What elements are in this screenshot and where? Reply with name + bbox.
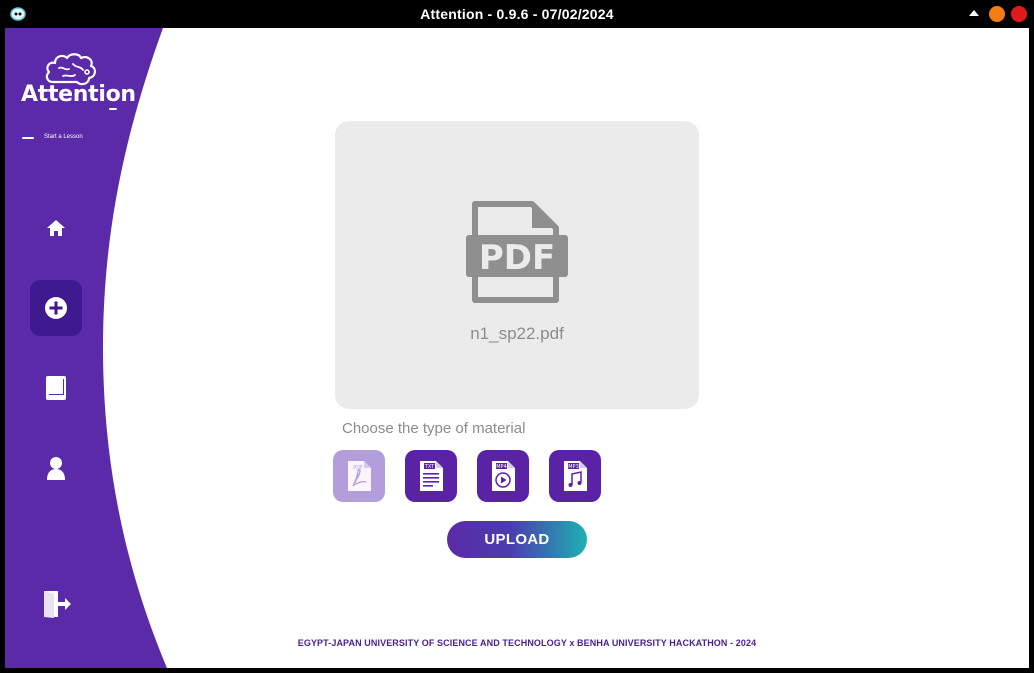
book-icon: [46, 376, 66, 400]
material-type-mp4-button[interactable]: MP4: [477, 450, 529, 502]
svg-text:TXT: TXT: [424, 464, 435, 470]
logo-wordmark: Attention: [21, 82, 136, 107]
svg-text:MP3: MP3: [568, 464, 579, 470]
logo-accent-dash: [109, 108, 117, 110]
material-type-txt-button[interactable]: TXT: [405, 450, 457, 502]
svg-text:PDF: PDF: [479, 238, 555, 278]
txt-type-icon: TXT: [420, 461, 443, 491]
mp3-type-icon: MP3: [564, 461, 587, 491]
exit-door-icon: [44, 591, 71, 618]
mp4-type-icon: MP4: [492, 461, 515, 491]
nav-home-button[interactable]: [30, 200, 82, 256]
nav-logout-button[interactable]: [30, 576, 82, 632]
preview-filename: n1_sp22.pdf: [470, 324, 564, 343]
nav-library-button[interactable]: [30, 360, 82, 416]
pdf-file-icon: PDF: [466, 201, 568, 303]
nav-new-lesson-button[interactable]: [30, 280, 82, 336]
user-icon: [47, 457, 65, 480]
svg-text:MP4: MP4: [496, 464, 507, 470]
nav-profile-button[interactable]: [30, 440, 82, 496]
upload-button[interactable]: UPLOAD: [447, 521, 587, 558]
window-title: Attention - 0.9.6 - 07/02/2024: [420, 6, 614, 22]
logo-dash: [22, 137, 34, 139]
pdf-type-icon: PDF: [348, 461, 371, 491]
sidebar-background: [5, 28, 167, 668]
logo-tagline: Start a Lesson: [44, 134, 83, 140]
minimize-button[interactable]: [989, 6, 1005, 22]
close-button[interactable]: [1011, 6, 1027, 22]
material-type-mp3-button[interactable]: MP3: [549, 450, 601, 502]
material-type-label: Choose the type of material: [342, 420, 526, 437]
footer-credits: EGYPT-JAPAN UNIVERSITY OF SCIENCE AND TE…: [297, 638, 757, 648]
title-bar: Attention - 0.9.6 - 07/02/2024: [0, 0, 1034, 28]
home-icon: [47, 220, 65, 236]
app-window: Attention - 0.9.6 - 07/02/2024 Attention…: [0, 0, 1034, 673]
material-type-pdf-button[interactable]: PDF: [333, 450, 385, 502]
plus-circle-icon: [45, 297, 67, 319]
app-content: Attention Start a Lesson PDF n1_sp22.pdf…: [5, 28, 1029, 668]
app-logo: Attention Start a Lesson: [19, 52, 136, 140]
file-preview-card[interactable]: PDF n1_sp22.pdf: [335, 121, 699, 409]
window-menu-arrow-icon[interactable]: [969, 10, 979, 16]
